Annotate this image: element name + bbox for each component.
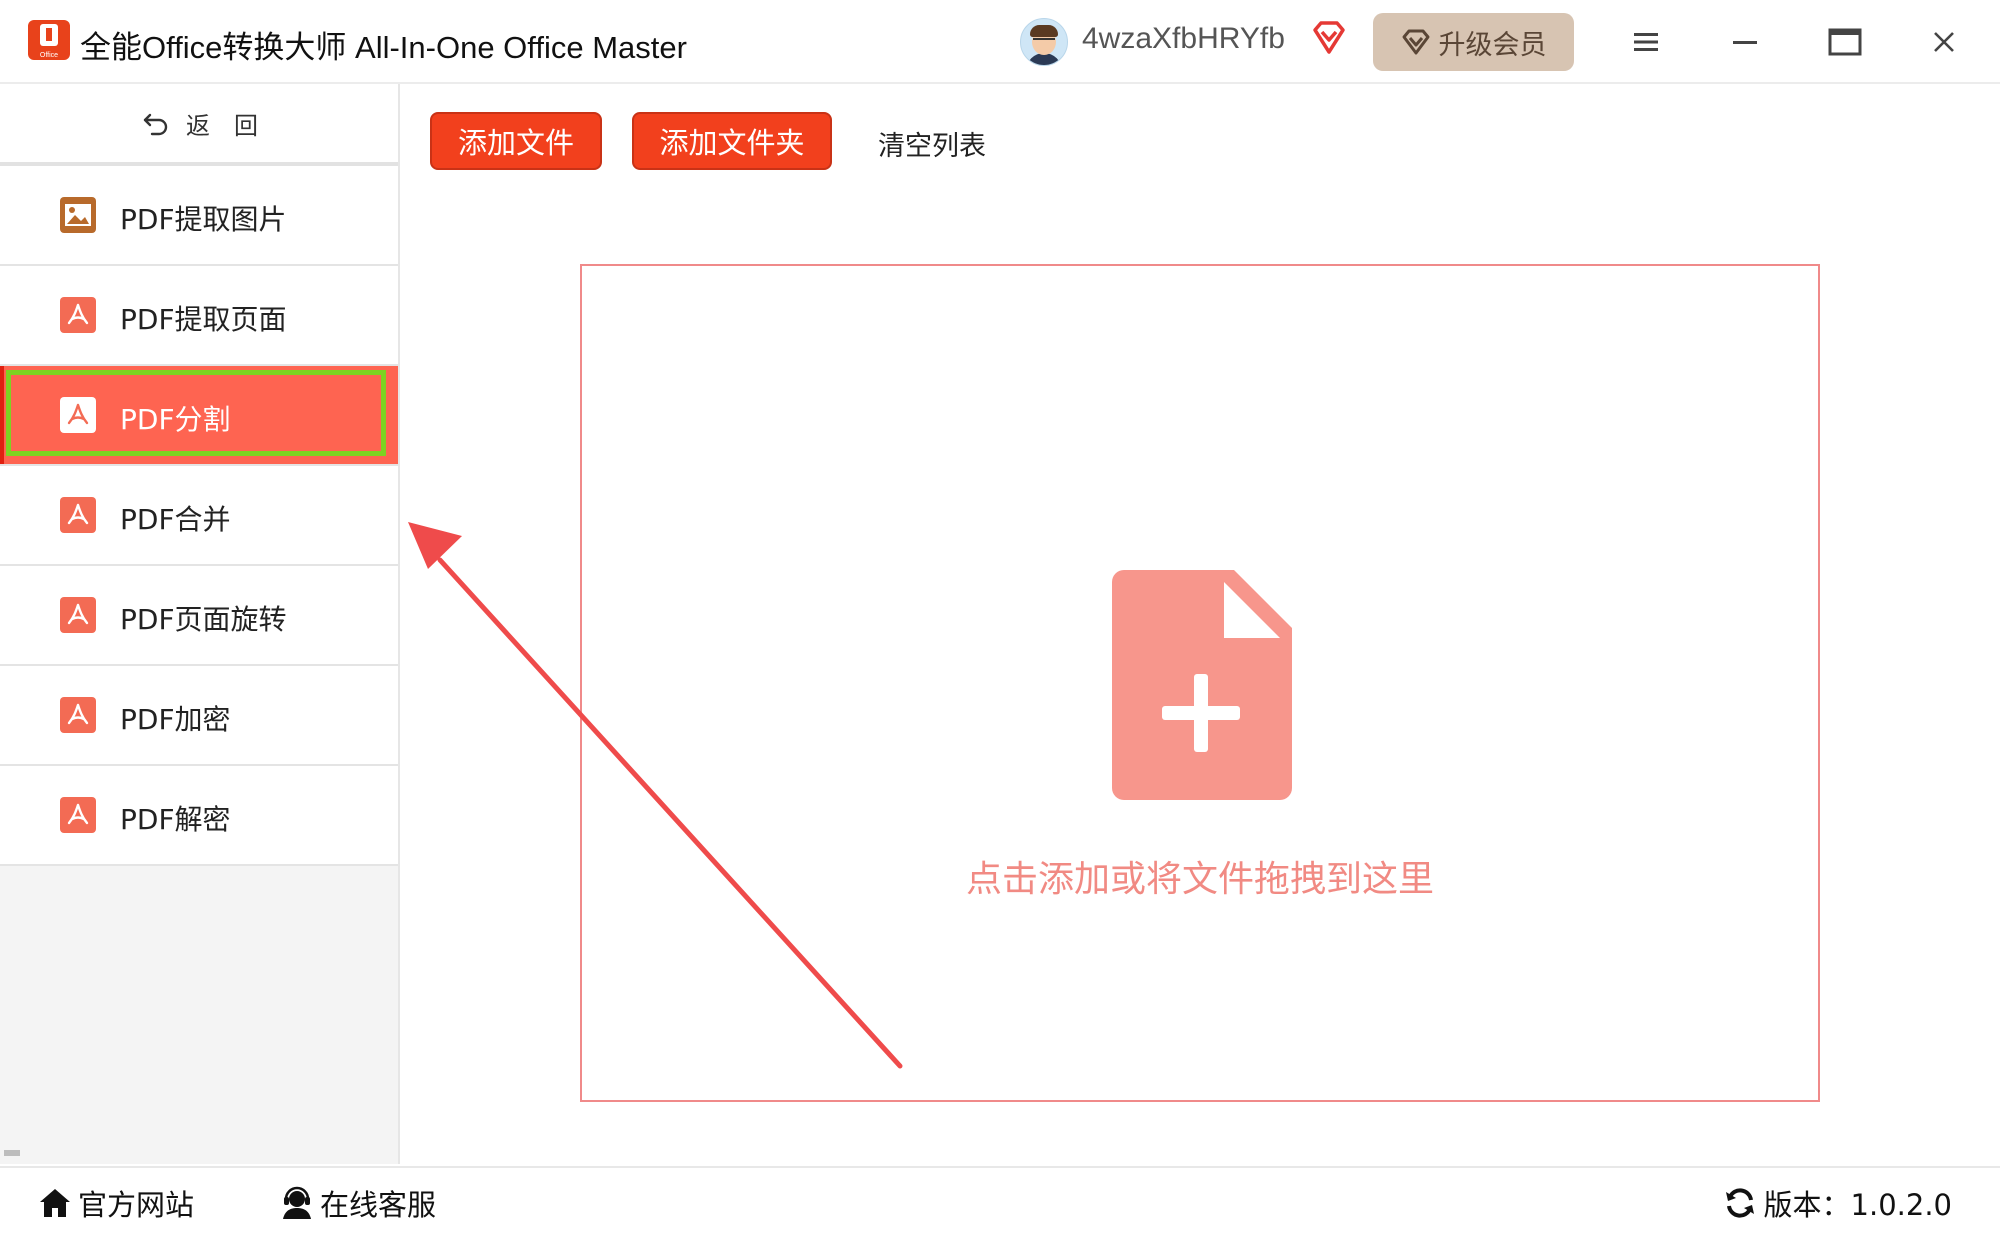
back-button[interactable]: 返 回	[0, 84, 398, 166]
online-support-link[interactable]: 在线客服	[280, 1182, 436, 1224]
online-support-label: 在线客服	[320, 1188, 437, 1222]
sidebar-item-pdf-decrypt[interactable]: PDF解密	[0, 766, 398, 866]
file-add-icon	[1112, 570, 1292, 800]
add-folder-button[interactable]: 添加文件夹	[632, 112, 832, 170]
refresh-icon	[1725, 1188, 1754, 1218]
sidebar-item-pdf-encrypt[interactable]: PDF加密	[0, 666, 398, 766]
home-icon	[40, 1189, 70, 1217]
close-button[interactable]	[1924, 22, 1964, 62]
pdf-icon	[60, 797, 96, 833]
official-website-label: 官方网站	[78, 1188, 195, 1222]
version-info[interactable]: 版本：1.0.2.0	[1724, 1182, 1952, 1224]
status-bar: 官方网站 在线客服 版本：1.0.2.0	[0, 1166, 2000, 1236]
app-logo-icon: Office	[28, 20, 70, 60]
menu-button[interactable]	[1626, 22, 1666, 62]
maximize-icon	[1828, 28, 1862, 56]
sidebar-item-label: PDF提取图片	[120, 203, 287, 236]
minimize-icon	[1733, 41, 1757, 44]
pdf-icon	[60, 497, 96, 533]
sidebar-item-label: PDF加密	[120, 703, 231, 736]
minimize-button[interactable]	[1725, 22, 1765, 62]
app-title: 全能Office转换大师 All-In-One Office Master	[80, 30, 687, 65]
diamond-icon	[1402, 29, 1429, 55]
official-website-link[interactable]: 官方网站	[38, 1182, 194, 1224]
sidebar-item-label: PDF页面旋转	[120, 603, 287, 636]
support-agent-icon	[283, 1186, 311, 1219]
close-icon	[1934, 32, 1954, 52]
sidebar-scrollbar[interactable]	[4, 1150, 20, 1156]
sidebar-item-pdf-merge[interactable]: PDF合并	[0, 466, 398, 566]
vip-diamond-icon	[1313, 21, 1345, 54]
hamburger-icon	[1634, 33, 1658, 51]
sidebar-item-pdf-extract-pages[interactable]: PDF提取页面	[0, 266, 398, 366]
drop-hint-text: 点击添加或将文件拖拽到这里	[965, 859, 1434, 900]
upgrade-vip-button[interactable]: 升级会员	[1373, 13, 1574, 71]
clear-list-button[interactable]: 清空列表	[878, 124, 986, 163]
sidebar-item-label: PDF分割	[120, 403, 231, 436]
user-avatar[interactable]	[1020, 18, 1068, 66]
back-label: 返 回	[186, 111, 258, 140]
upgrade-label: 升级会员	[1438, 29, 1547, 61]
sidebar-item-label: PDF提取页面	[120, 303, 287, 336]
feature-list: PDF提取图片 PDF提取页面 PDF分割 PDF合并 PDF页面旋转 PDF加…	[0, 166, 398, 866]
pdf-icon	[60, 397, 96, 433]
sidebar-item-pdf-rotate[interactable]: PDF页面旋转	[0, 566, 398, 666]
maximize-button[interactable]	[1825, 22, 1865, 62]
sidebar-item-pdf-extract-images[interactable]: PDF提取图片	[0, 166, 398, 266]
version-label: 版本：1.0.2.0	[1763, 1188, 1952, 1222]
username[interactable]: 4wzaXfbHRYfb	[1082, 22, 1285, 56]
sidebar-item-label: PDF合并	[120, 503, 231, 536]
active-indicator	[0, 366, 4, 464]
pdf-icon	[60, 697, 96, 733]
file-drop-zone[interactable]: 点击添加或将文件拖拽到这里	[580, 264, 1820, 1102]
back-arrow-icon	[143, 113, 168, 136]
image-icon	[60, 197, 96, 233]
title-bar: Office 全能Office转换大师 All-In-One Office Ma…	[0, 0, 2000, 84]
sidebar: 返 回 PDF提取图片 PDF提取页面 PDF分割 PDF合并 PDF页面旋转 …	[0, 84, 400, 1164]
pdf-icon	[60, 297, 96, 333]
add-file-button[interactable]: 添加文件	[430, 112, 602, 170]
sidebar-item-pdf-split[interactable]: PDF分割	[0, 366, 398, 466]
sidebar-item-label: PDF解密	[120, 803, 231, 836]
pdf-icon	[60, 597, 96, 633]
